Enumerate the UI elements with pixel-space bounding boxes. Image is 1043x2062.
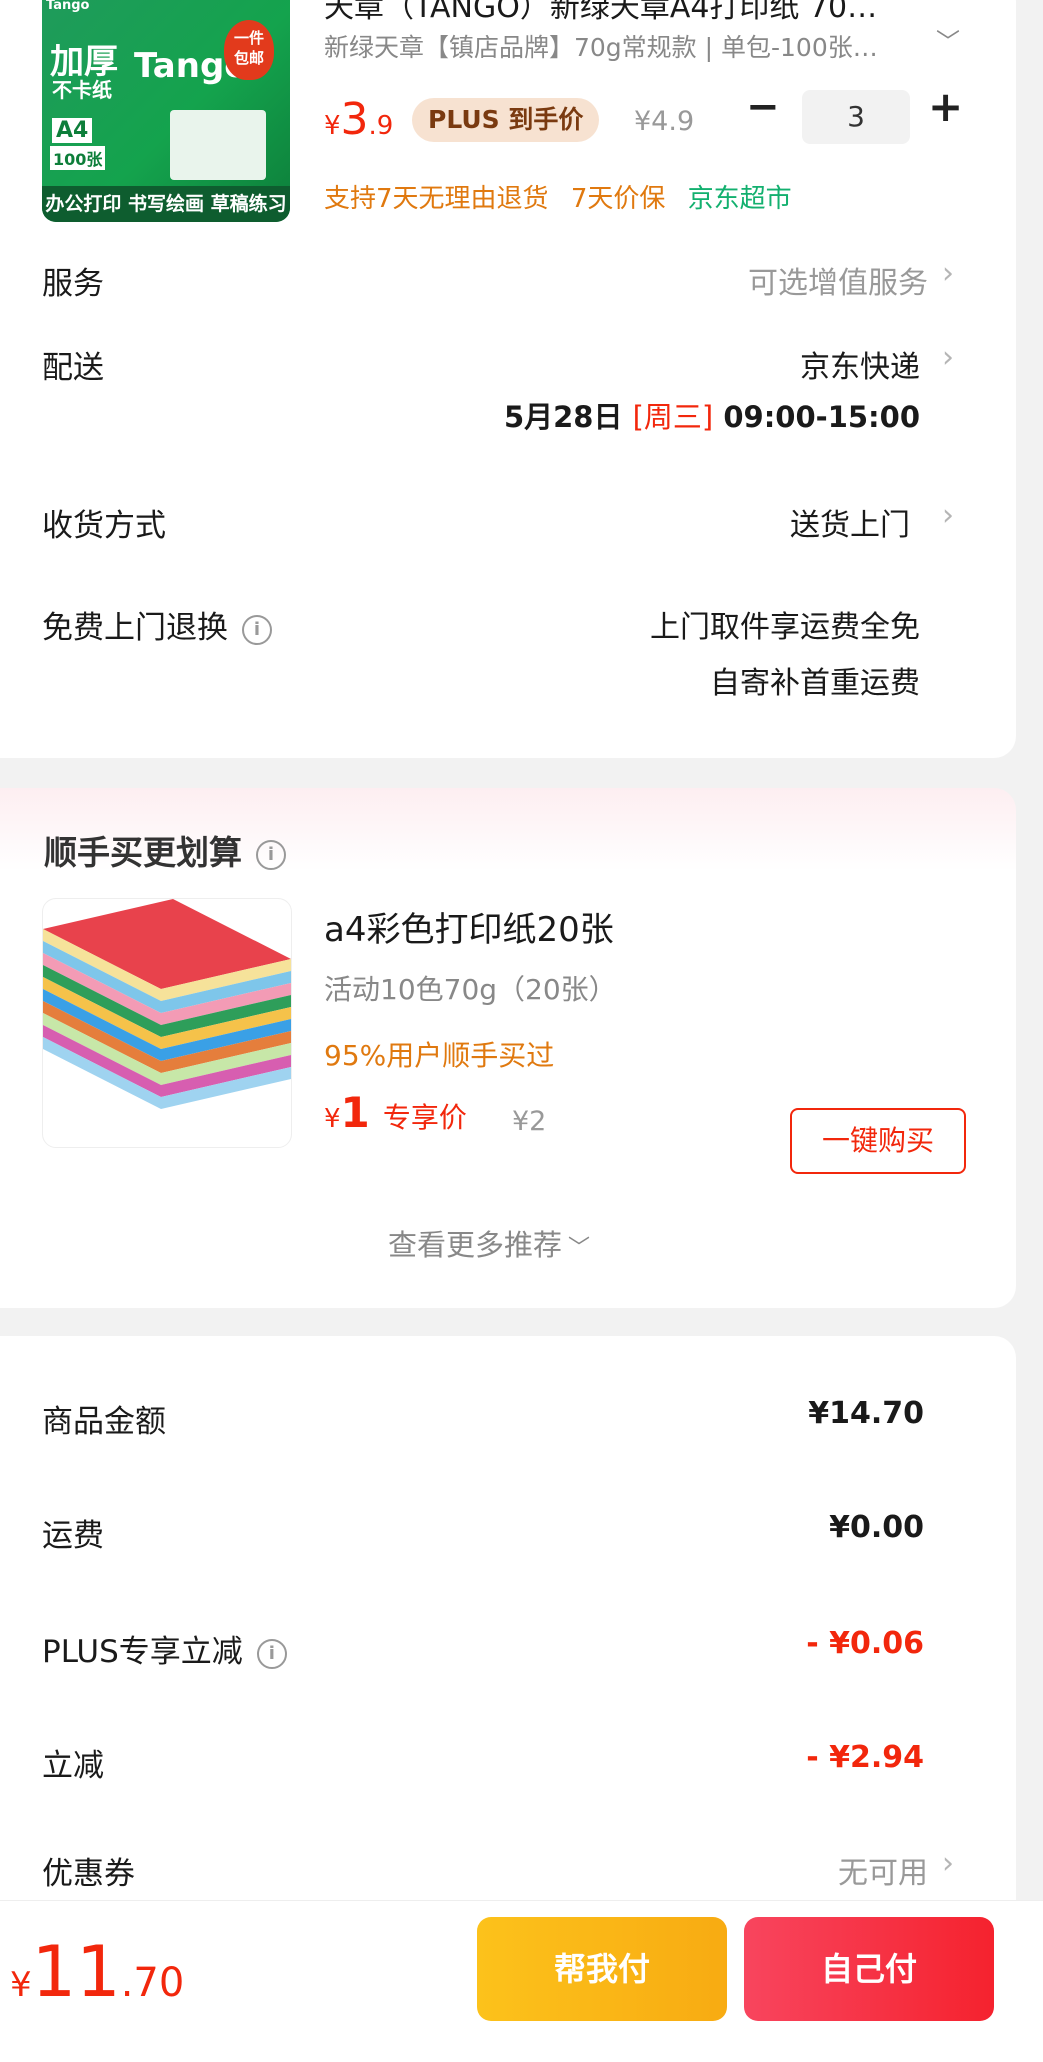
help-me-pay-button[interactable]: 帮我付 [477, 1917, 727, 2021]
total-price: ¥11.70 [10, 1931, 184, 2013]
addon-original-price: ¥2 [512, 1106, 547, 1137]
free-return-text: 免费上门退换 [42, 610, 228, 646]
paper-package-icon [170, 110, 266, 180]
addon-product-image[interactable] [42, 898, 292, 1148]
summary-label: 商品金额 [42, 1396, 166, 1441]
product-title[interactable]: 天章（TANGO）新绿天章A4打印纸 70… [324, 0, 877, 26]
summary-label-text: 商品金额 [42, 1404, 166, 1440]
addon-spec: 活动10色70g（20张） [324, 973, 617, 1006]
free-return-line1: 上门取件享运费全免 [650, 610, 920, 645]
price-summary-card: 商品金额 ¥14.70 运费 ¥0.00 PLUS专享立减 i - ¥0.06 立减 - ¥2.… [0, 1336, 1016, 1956]
image-size: A4 [52, 118, 93, 143]
service-label: 服务 [42, 266, 104, 302]
delivery-weekday: [周三] [632, 400, 714, 434]
total-decimal: .70 [120, 1960, 185, 2006]
chevron-down-icon: ﹀ [568, 1236, 591, 1261]
info-icon[interactable]: i [242, 614, 272, 645]
addon-note: 95%用户顺手买过 [324, 1039, 555, 1072]
summary-label-text: 运费 [42, 1518, 104, 1554]
addon-section-title: 顺手买更划算 i [44, 826, 286, 874]
tag-return: 支持7天无理由退货 [324, 184, 549, 214]
addon-price: ¥1 专享价 [324, 1088, 467, 1137]
spec-dropdown-icon[interactable]: ﹀ [936, 22, 960, 57]
badge-line2: 包邮 [233, 49, 264, 67]
total-currency: ¥ [10, 1965, 32, 2005]
summary-label: 优惠券 [42, 1848, 135, 1893]
addon-title-text: 顺手买更划算 [44, 833, 242, 872]
summary-value: - ¥0.06 [806, 1626, 924, 1661]
delivery-date: 5月28日 [503, 400, 623, 434]
addon-price-currency: ¥ [324, 1104, 341, 1134]
summary-label: 运费 [42, 1510, 104, 1555]
tag-price-protect: 7天价保 [570, 184, 666, 214]
product-tags: 支持7天无理由退货 7天价保 京东超市 [324, 178, 792, 215]
summary-label-text: 立减 [42, 1748, 104, 1784]
delivery-label: 配送 [42, 350, 104, 386]
plus-price-badge: PLUS 到手价 [412, 98, 600, 142]
addon-price-value: 1 [340, 1088, 370, 1137]
receive-value[interactable]: 送货上门 [790, 500, 910, 544]
info-icon[interactable]: i [256, 1638, 287, 1669]
qty-plus-button[interactable]: + [928, 82, 963, 131]
delivery-chevron-icon[interactable]: › [942, 340, 954, 375]
image-line2: 不卡纸 [52, 78, 112, 102]
see-more-recommend[interactable]: 查看更多推荐 ﹀ [388, 1222, 590, 1264]
delivery-hours: 09:00-15:00 [723, 400, 920, 434]
image-brand-small: Tango [46, 0, 90, 13]
receive-chevron-icon[interactable]: › [942, 498, 954, 533]
summary-value: ¥14.70 [808, 1396, 924, 1431]
bottom-action-bar: ¥11.70 帮我付 自己付 [0, 1900, 1043, 2062]
addon-name[interactable]: a4彩色打印纸20张 [324, 902, 614, 951]
original-price: ¥4.9 [634, 106, 695, 137]
quantity-input[interactable]: 3 [802, 90, 910, 144]
price-decimal: .9 [368, 111, 394, 141]
info-icon[interactable]: i [256, 839, 286, 870]
product-price: ¥3.9 [324, 94, 393, 145]
product-image[interactable]: Tango 加厚 不卡纸 Tango 一件 包邮 A4 100张 办公打印 书写… [42, 0, 290, 222]
one-click-buy-button[interactable]: 一键购买 [790, 1108, 966, 1174]
free-return-label: 免费上门退换 i [42, 602, 272, 647]
summary-label-text: 优惠券 [42, 1856, 135, 1892]
free-return-line2: 自寄补首重运费 [710, 666, 920, 701]
addon-card: 顺手买更划算 i a4彩色打印纸20张 活动10色70g（20张） 95%用户顺… [0, 788, 1016, 1308]
service-chevron-icon[interactable]: › [942, 256, 954, 291]
product-spec[interactable]: 新绿天章【镇店品牌】70g常规款 | 单包-100张… [324, 28, 878, 64]
receive-label: 收货方式 [42, 508, 166, 544]
self-pay-button[interactable]: 自己付 [744, 1917, 994, 2021]
see-more-text: 查看更多推荐 [388, 1228, 563, 1262]
delivery-value[interactable]: 京东快递 [800, 342, 920, 386]
qty-minus-button[interactable]: − [746, 84, 780, 130]
tag-jd-supermarket: 京东超市 [687, 184, 792, 214]
order-product-card: Tango 加厚 不卡纸 Tango 一件 包邮 A4 100张 办公打印 书写… [0, 0, 1016, 758]
image-count: 100张 [50, 146, 106, 170]
summary-label: PLUS专享立减 i [42, 1626, 287, 1671]
coupon-chevron-icon[interactable]: › [942, 1846, 954, 1881]
price-main: 3 [340, 94, 369, 145]
free-shipping-badge-icon: 一件 包邮 [224, 20, 274, 80]
summary-value[interactable]: 无可用 [838, 1848, 928, 1892]
summary-value: - ¥2.94 [806, 1740, 924, 1775]
addon-price-label: 专享价 [382, 1101, 467, 1134]
price-currency: ¥ [324, 111, 341, 141]
delivery-time[interactable]: 5月28日 [周三] 09:00-15:00 [504, 394, 920, 436]
badge-line1: 一件 [233, 29, 264, 47]
image-caption: 办公打印 书写绘画 草稿练习 [42, 186, 290, 222]
summary-value: ¥0.00 [829, 1510, 924, 1545]
colored-paper-stack-icon [43, 899, 291, 1109]
total-main: 11 [31, 1931, 121, 2013]
service-value[interactable]: 可选增值服务 [748, 258, 928, 302]
summary-label-text: PLUS专享立减 [42, 1634, 243, 1670]
summary-label: 立减 [42, 1740, 104, 1785]
